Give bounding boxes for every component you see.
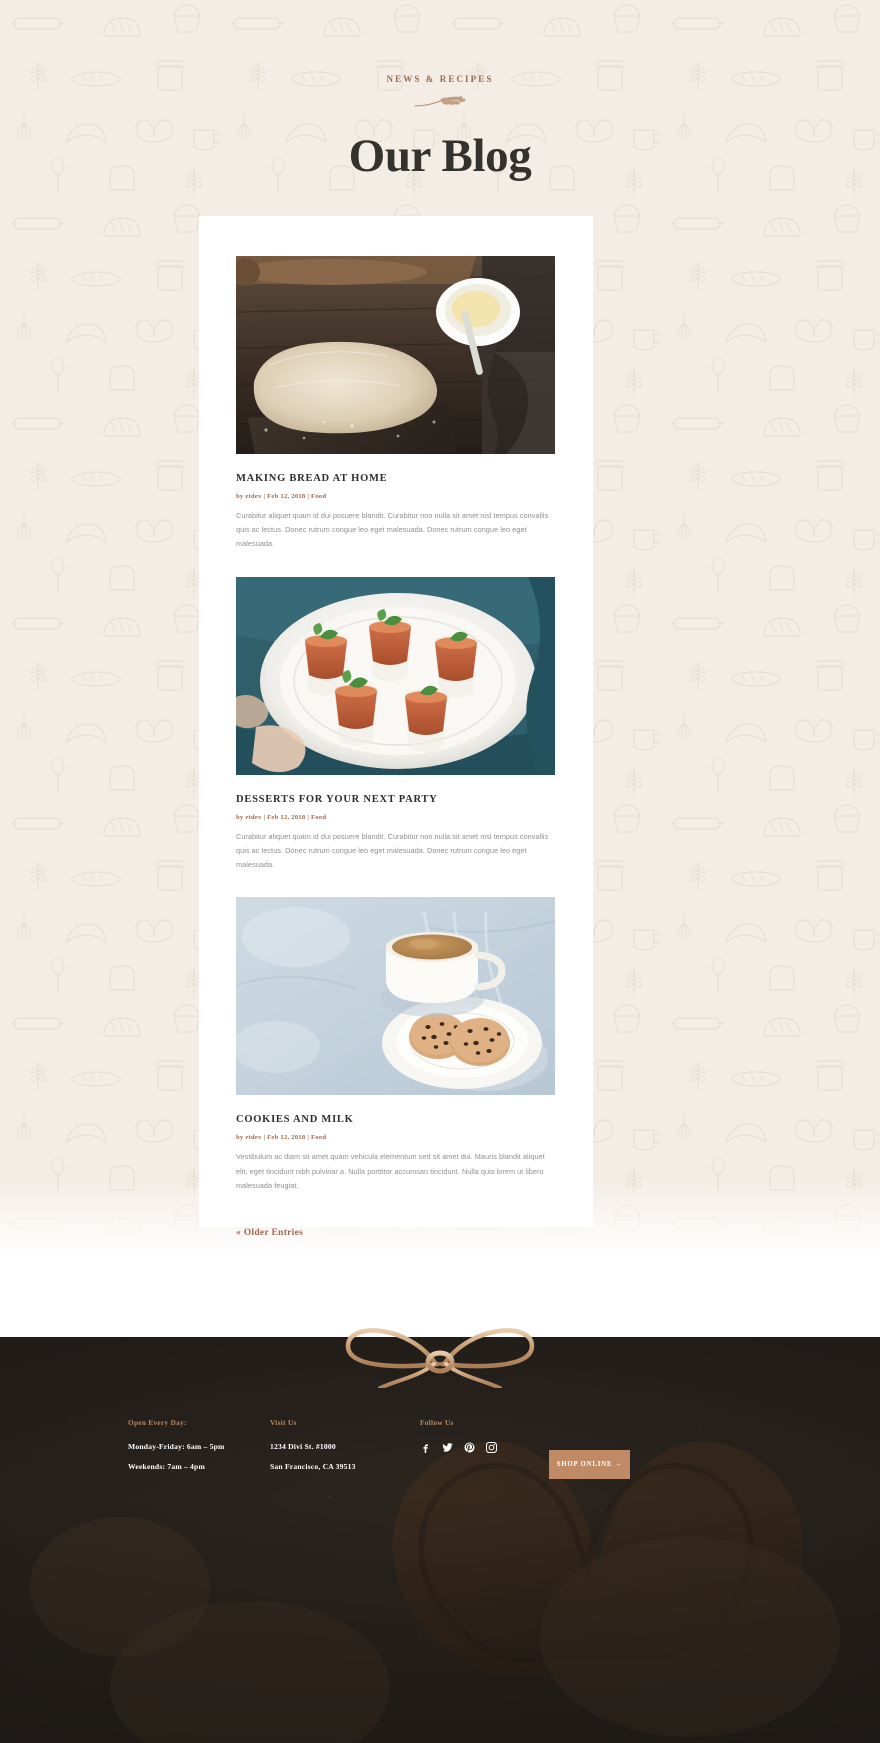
pinterest-icon[interactable]	[464, 1442, 475, 1453]
blog-page: NEWS & RECIPES Our Blog MAKING BREAD AT …	[0, 0, 880, 1743]
instagram-icon[interactable]	[486, 1442, 497, 1453]
post-list: MAKING BREAD AT HOME by etdev | Feb 12, …	[199, 216, 593, 1240]
white-band	[0, 1259, 880, 1337]
hours-weekend: Weekends: 7am – 4pm	[128, 1462, 205, 1471]
footer-overlay	[0, 1337, 880, 1743]
post-meta[interactable]: by etdev | Feb 12, 2018 | Food	[236, 493, 556, 500]
shop-online-button[interactable]: SHOP ONLINE →	[549, 1450, 630, 1479]
twitter-icon[interactable]	[442, 1442, 453, 1453]
post-thumbnail-desserts[interactable]	[236, 576, 555, 775]
post-title[interactable]: COOKIES AND MILK	[236, 1114, 556, 1125]
list-item: MAKING BREAD AT HOME by etdev | Feb 12, …	[236, 256, 556, 552]
older-entries-link[interactable]: « Older Entries	[236, 1228, 303, 1238]
hours-heading: Open Every Day:	[128, 1419, 187, 1427]
footer-column-visit: Visit Us 1234 Divi St. #1000 San Francis…	[270, 1419, 420, 1482]
footer-column-hours: Open Every Day: Monday-Friday: 6am – 5pm…	[128, 1419, 270, 1482]
follow-heading: Follow Us	[420, 1419, 454, 1427]
post-meta[interactable]: by etdev | Feb 12, 2018 | Food	[236, 814, 556, 821]
footer-columns: Open Every Day: Monday-Friday: 6am – 5pm…	[0, 1419, 880, 1482]
wheat-sprig-icon	[414, 96, 466, 107]
site-footer: Open Every Day: Monday-Friday: 6am – 5pm…	[0, 1337, 880, 1743]
hero-content: NEWS & RECIPES Our Blog	[0, 0, 880, 183]
footer-column-follow: Follow Us	[420, 1419, 570, 1482]
post-title[interactable]: DESSERTS FOR YOUR NEXT PARTY	[236, 794, 556, 805]
hours-weekday: Monday-Friday: 6am – 5pm	[128, 1442, 225, 1451]
post-excerpt: Vestibulum ac diam sit amet quam vehicul…	[236, 1152, 545, 1190]
visit-heading: Visit Us	[270, 1419, 297, 1427]
post-title[interactable]: MAKING BREAD AT HOME	[236, 473, 556, 484]
hero-eyebrow: NEWS & RECIPES	[386, 74, 494, 84]
post-thumbnail-bread[interactable]	[236, 256, 555, 454]
post-meta[interactable]: by etdev | Feb 12, 2018 | Food	[236, 1134, 556, 1141]
post-excerpt: Curabitur aliquet quam id dui posuere bl…	[236, 831, 549, 870]
blog-content-card: MAKING BREAD AT HOME by etdev | Feb 12, …	[199, 216, 593, 1238]
list-item: COOKIES AND MILK by etdev | Feb 12, 2018…	[236, 897, 556, 1193]
post-excerpt: Curabitur aliquet quam id dui posuere bl…	[236, 511, 549, 549]
visit-street: 1234 Divi St. #1000	[270, 1442, 336, 1451]
page-title: Our Blog	[348, 130, 532, 182]
list-item: DESSERTS FOR YOUR NEXT PARTY by etdev | …	[236, 576, 556, 873]
visit-city: San Francisco, CA 39513	[270, 1462, 356, 1471]
social-links	[420, 1442, 570, 1453]
facebook-icon[interactable]	[420, 1442, 431, 1453]
post-thumbnail-cookies[interactable]	[236, 897, 555, 1096]
